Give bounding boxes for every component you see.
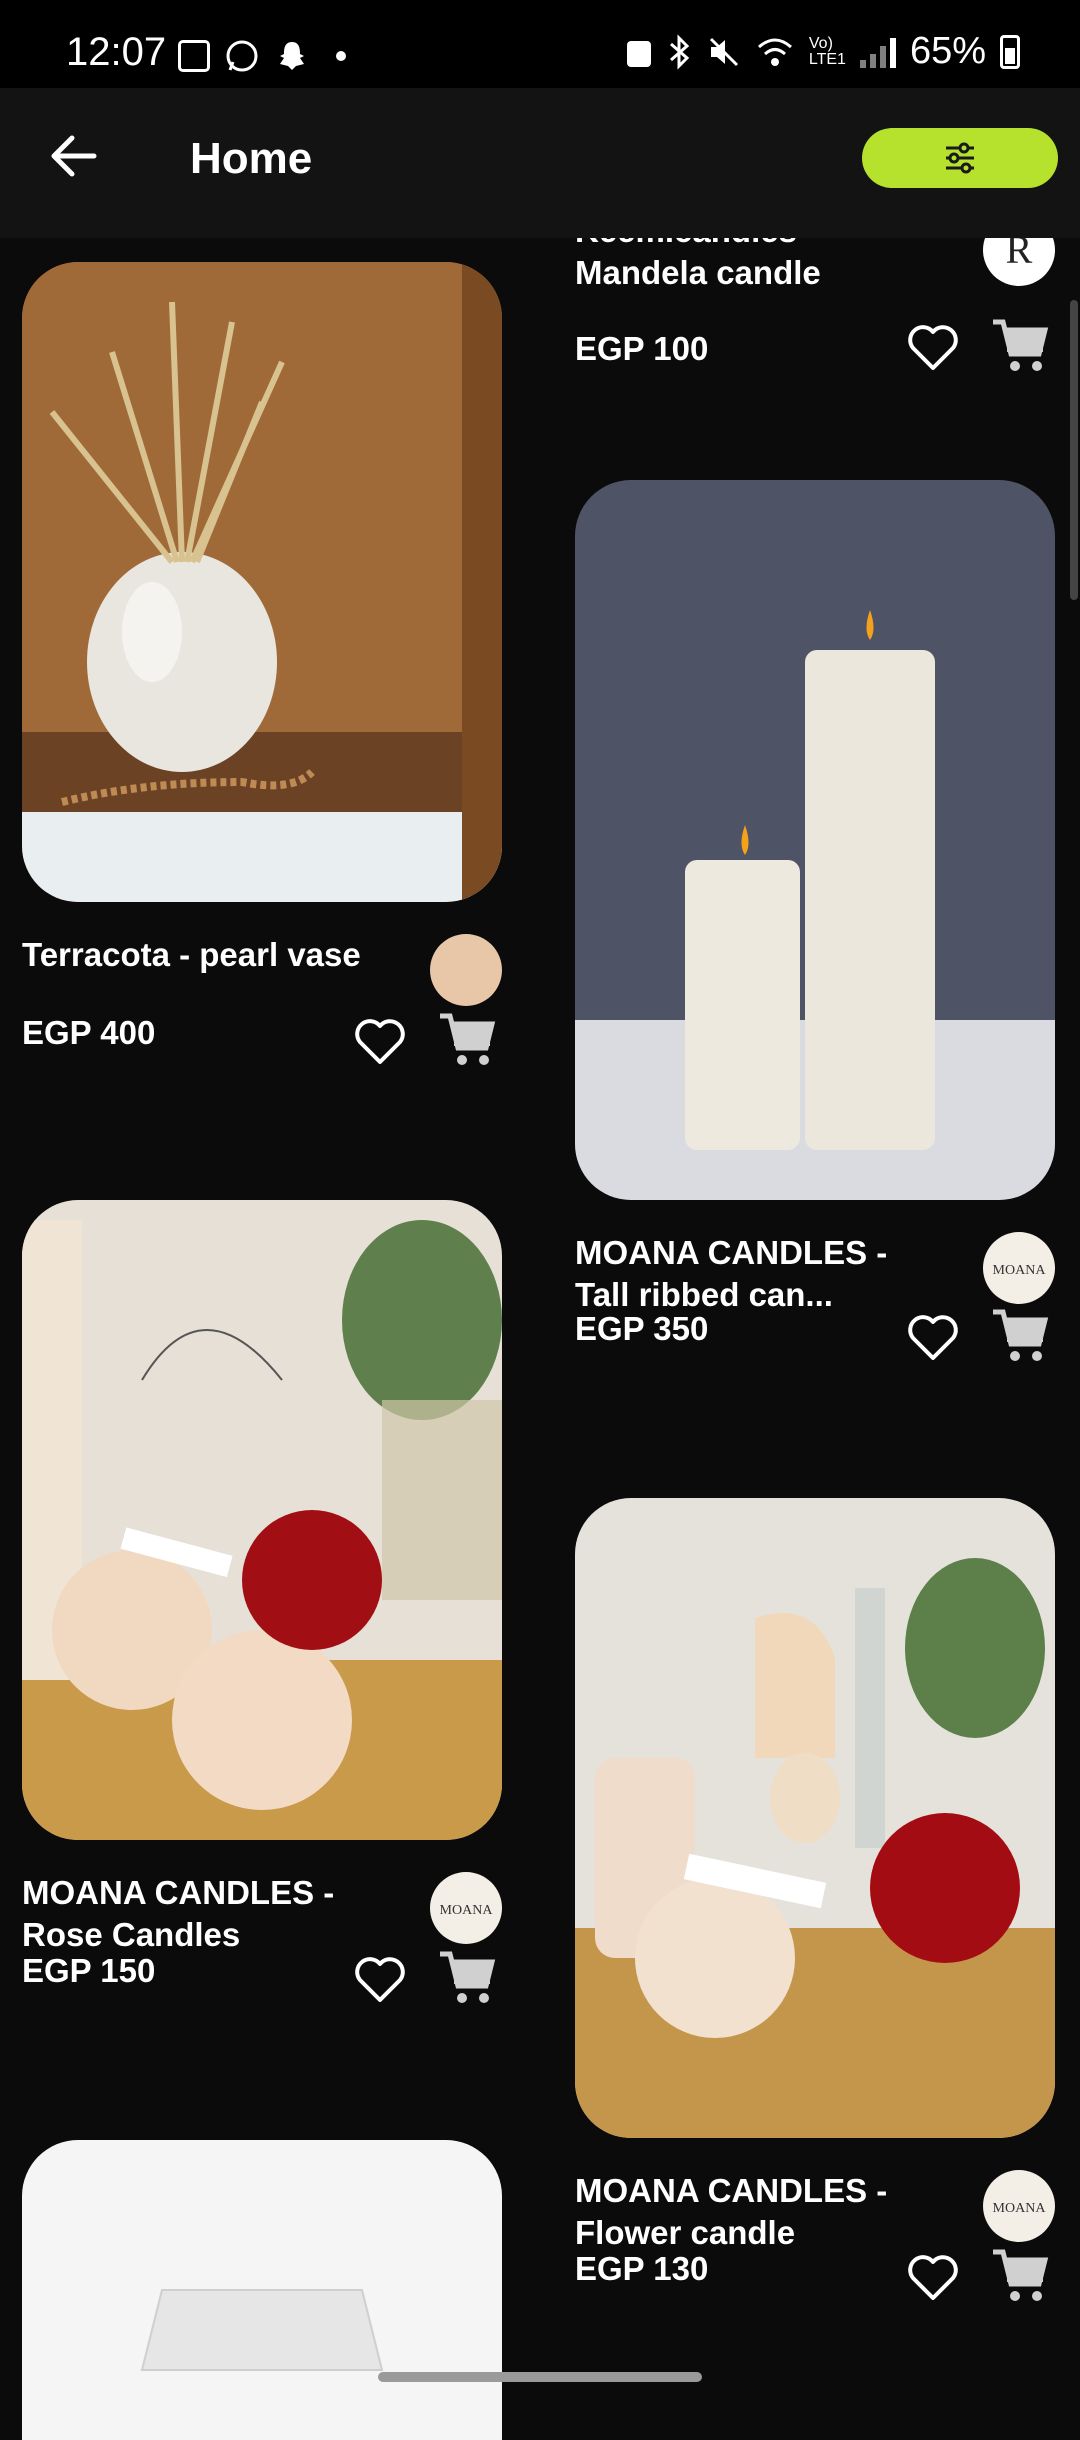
favorite-heart-icon[interactable] xyxy=(352,1014,408,1070)
scrollbar[interactable] xyxy=(1070,300,1078,600)
seller-avatar[interactable]: MOANA xyxy=(983,2170,1055,2242)
product-image[interactable] xyxy=(575,480,1055,1200)
svg-text:MOANA: MOANA xyxy=(440,1903,494,1918)
gesture-navigation-bar[interactable] xyxy=(378,2372,702,2382)
product-price: EGP 350 xyxy=(575,1310,709,1347)
product-image[interactable] xyxy=(575,1498,1055,2138)
product-image[interactable] xyxy=(22,1200,502,1840)
favorite-heart-icon[interactable] xyxy=(352,1952,408,2008)
back-arrow-icon[interactable] xyxy=(44,126,104,186)
battery-icon xyxy=(1000,34,1020,69)
alarm-icon xyxy=(626,40,651,67)
add-to-cart-icon[interactable] xyxy=(436,1946,498,2008)
product-price: EGP 400 xyxy=(22,1014,156,1051)
bluetooth-icon xyxy=(669,33,690,70)
product-price: EGP 130 xyxy=(575,2250,709,2287)
product-name[interactable]: Terracota - pearl vase xyxy=(22,934,362,976)
seller-avatar[interactable]: MOANA xyxy=(983,1232,1055,1304)
svg-text:MOANA: MOANA xyxy=(993,2201,1047,2216)
gallery-icon xyxy=(178,40,210,72)
add-to-cart-icon[interactable] xyxy=(989,2244,1051,2306)
more-dot-icon xyxy=(336,51,346,61)
mute-icon xyxy=(709,37,738,66)
product-name[interactable]: MOANA CANDLES - Flower candle xyxy=(575,2170,915,2254)
filter-sliders-icon xyxy=(946,142,974,174)
filter-button[interactable] xyxy=(862,128,1058,188)
svg-text:MOANA: MOANA xyxy=(993,1263,1047,1278)
system-icons: Vo) LTE1 65% xyxy=(625,30,1020,73)
status-time: 12:07 xyxy=(66,30,167,74)
seller-avatar[interactable] xyxy=(430,934,502,1006)
whatsapp-icon xyxy=(226,40,258,72)
product-image[interactable] xyxy=(22,2140,502,2440)
app-header: Home xyxy=(0,88,1080,238)
wifi-icon xyxy=(757,38,792,66)
status-bar: 12:07 Vo) LTE1 65% xyxy=(0,0,1080,88)
signal-icon xyxy=(859,36,896,68)
notification-icons xyxy=(178,38,346,74)
favorite-heart-icon[interactable] xyxy=(905,320,961,376)
product-name[interactable]: MOANA CANDLES - Rose Candles xyxy=(22,1872,362,1956)
battery-percent: 65% xyxy=(909,30,986,72)
product-price: EGP 150 xyxy=(22,1952,156,1989)
favorite-heart-icon[interactable] xyxy=(905,1310,961,1366)
product-name[interactable]: MOANA CANDLES - Tall ribbed can... xyxy=(575,1232,915,1316)
seller-avatar[interactable]: MOANA xyxy=(430,1872,502,1944)
product-image[interactable] xyxy=(22,262,502,902)
add-to-cart-icon[interactable] xyxy=(436,1008,498,1070)
add-to-cart-icon[interactable] xyxy=(989,1304,1051,1366)
add-to-cart-icon[interactable] xyxy=(989,314,1051,376)
volte-icon: Vo) LTE1 xyxy=(808,34,846,68)
favorite-heart-icon[interactable] xyxy=(905,2250,961,2306)
page-title: Home xyxy=(190,134,313,183)
snapchat-icon xyxy=(280,42,304,70)
product-price: EGP 100 xyxy=(575,330,709,367)
